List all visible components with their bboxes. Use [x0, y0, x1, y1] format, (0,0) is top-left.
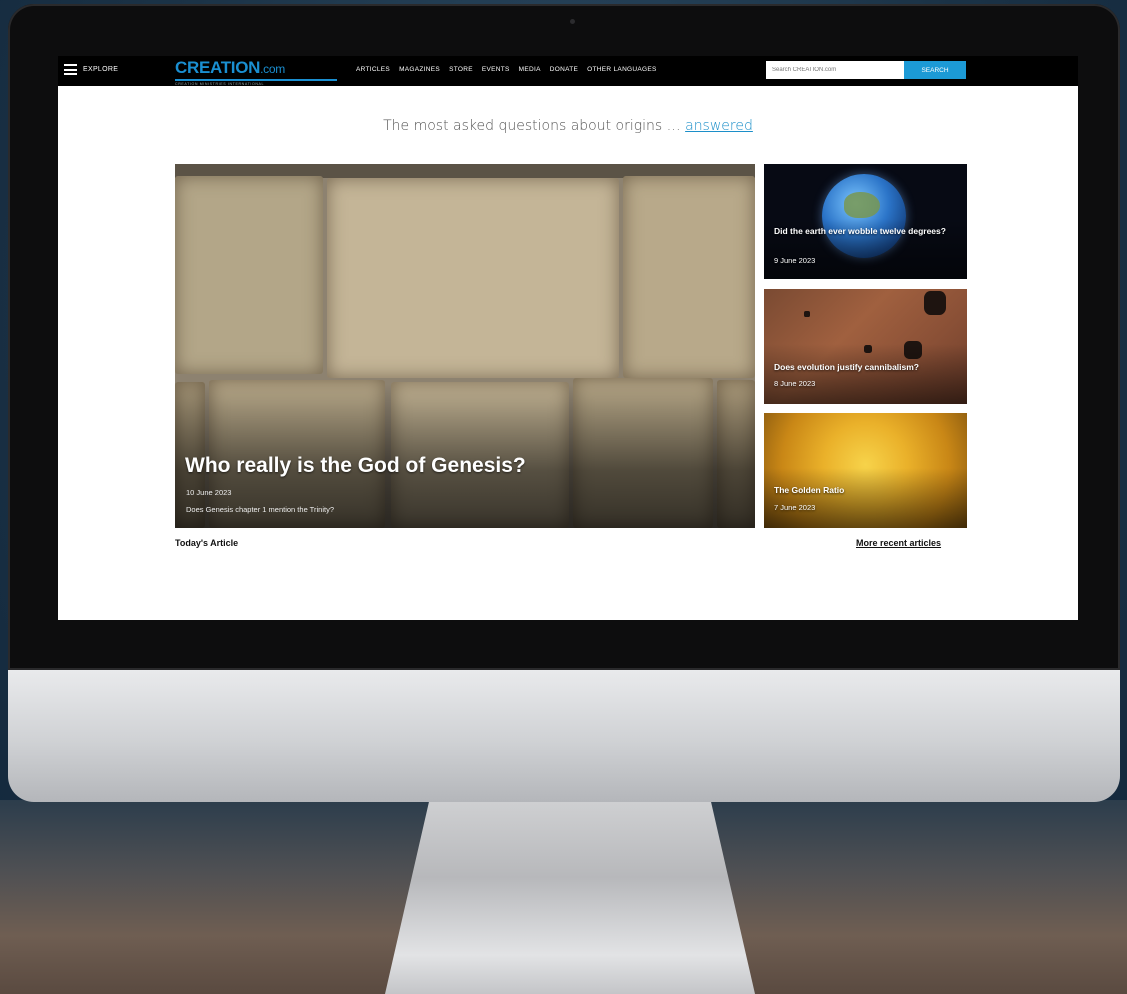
- hero-date: 10 June 2023: [186, 488, 232, 497]
- hamburger-icon: [64, 64, 77, 75]
- side-article-earth[interactable]: Did the earth ever wobble twelve degrees…: [764, 164, 967, 279]
- side-article-cannibalism[interactable]: Does evolution justify cannibalism? 8 Ju…: [764, 289, 967, 404]
- todays-article-label: Today's Article: [175, 538, 239, 548]
- hero-stone: [623, 176, 755, 378]
- card-shade: [764, 344, 967, 404]
- side-article-title: The Golden Ratio: [774, 485, 845, 495]
- search-input[interactable]: [766, 61, 904, 79]
- side-article-date: 7 June 2023: [774, 503, 816, 512]
- logo-rule: [175, 79, 337, 81]
- hero-stone: [175, 176, 323, 374]
- website-screen: EXPLORE CREATION.com CREATION MINISTRIES…: [58, 56, 1078, 620]
- side-article-title: Does evolution justify cannibalism?: [774, 362, 919, 372]
- card-shade: [764, 468, 967, 528]
- nav-link-magazines[interactable]: MAGAZINES: [399, 66, 440, 73]
- nav-link-media[interactable]: MEDIA: [519, 66, 541, 73]
- tagline: The most asked questions about origins ……: [58, 118, 1078, 134]
- search-button[interactable]: SEARCH: [904, 61, 966, 79]
- explore-label: EXPLORE: [83, 66, 119, 73]
- more-recent-articles-link[interactable]: More recent articles: [856, 538, 941, 548]
- nav-links: ARTICLES MAGAZINES STORE EVENTS MEDIA DO…: [356, 66, 657, 73]
- top-navbar: EXPLORE CREATION.com CREATION MINISTRIES…: [58, 56, 1078, 86]
- monitor-stand: [385, 800, 755, 994]
- hero-article[interactable]: Who really is the God of Genesis? 10 Jun…: [175, 164, 755, 528]
- side-article-date: 8 June 2023: [774, 379, 816, 388]
- hero-stone: [327, 178, 619, 378]
- nav-link-store[interactable]: STORE: [449, 66, 473, 73]
- side-article-golden-ratio[interactable]: The Golden Ratio 7 June 2023: [764, 413, 967, 528]
- monitor-chin: [8, 670, 1120, 802]
- logo-suffix: .com: [260, 62, 285, 76]
- tagline-answered-link[interactable]: answered: [685, 118, 753, 134]
- hero-title[interactable]: Who really is the God of Genesis?: [185, 454, 526, 478]
- image-spot: [804, 311, 810, 317]
- side-article-title: Did the earth ever wobble twelve degrees…: [774, 226, 946, 236]
- hero-subtitle: Does Genesis chapter 1 mention the Trini…: [186, 505, 334, 514]
- side-article-date: 9 June 2023: [774, 256, 816, 265]
- explore-menu-button[interactable]: EXPLORE: [64, 64, 118, 75]
- image-spot: [924, 291, 946, 315]
- tagline-text: The most asked questions about origins …: [383, 118, 686, 134]
- nav-link-other-languages[interactable]: OTHER LANGUAGES: [587, 66, 657, 73]
- nav-link-events[interactable]: EVENTS: [482, 66, 510, 73]
- camera-icon: [570, 19, 575, 24]
- site-logo[interactable]: CREATION.com CREATION MINISTRIES INTERNA…: [175, 59, 337, 86]
- nav-link-donate[interactable]: DONATE: [550, 66, 578, 73]
- logo-subtitle: CREATION MINISTRIES INTERNATIONAL: [175, 82, 265, 86]
- logo-text: CREATION: [175, 58, 261, 77]
- nav-link-articles[interactable]: ARTICLES: [356, 66, 390, 73]
